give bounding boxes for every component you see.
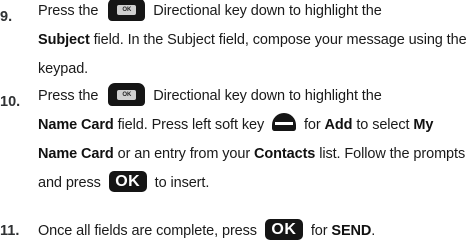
left-soft-key-icon <box>272 113 297 132</box>
step-number: 10. <box>0 94 21 110</box>
step-number: 9. <box>0 9 13 25</box>
step-text: Press the OK Directional key down to hig… <box>38 0 470 84</box>
ok-key-icon: OK <box>264 218 303 240</box>
step-text: Once all fields are complete, press OK f… <box>38 218 376 240</box>
step-number: 11. <box>0 223 20 239</box>
manual-page: 9. Press the OK Directional key down to … <box>0 0 473 250</box>
directional-key-icon: OK <box>108 82 146 106</box>
step-text: Press the OK Directional key down to hig… <box>38 82 470 198</box>
ok-key-icon: OK <box>108 170 147 192</box>
directional-key-icon: OK <box>108 0 146 21</box>
